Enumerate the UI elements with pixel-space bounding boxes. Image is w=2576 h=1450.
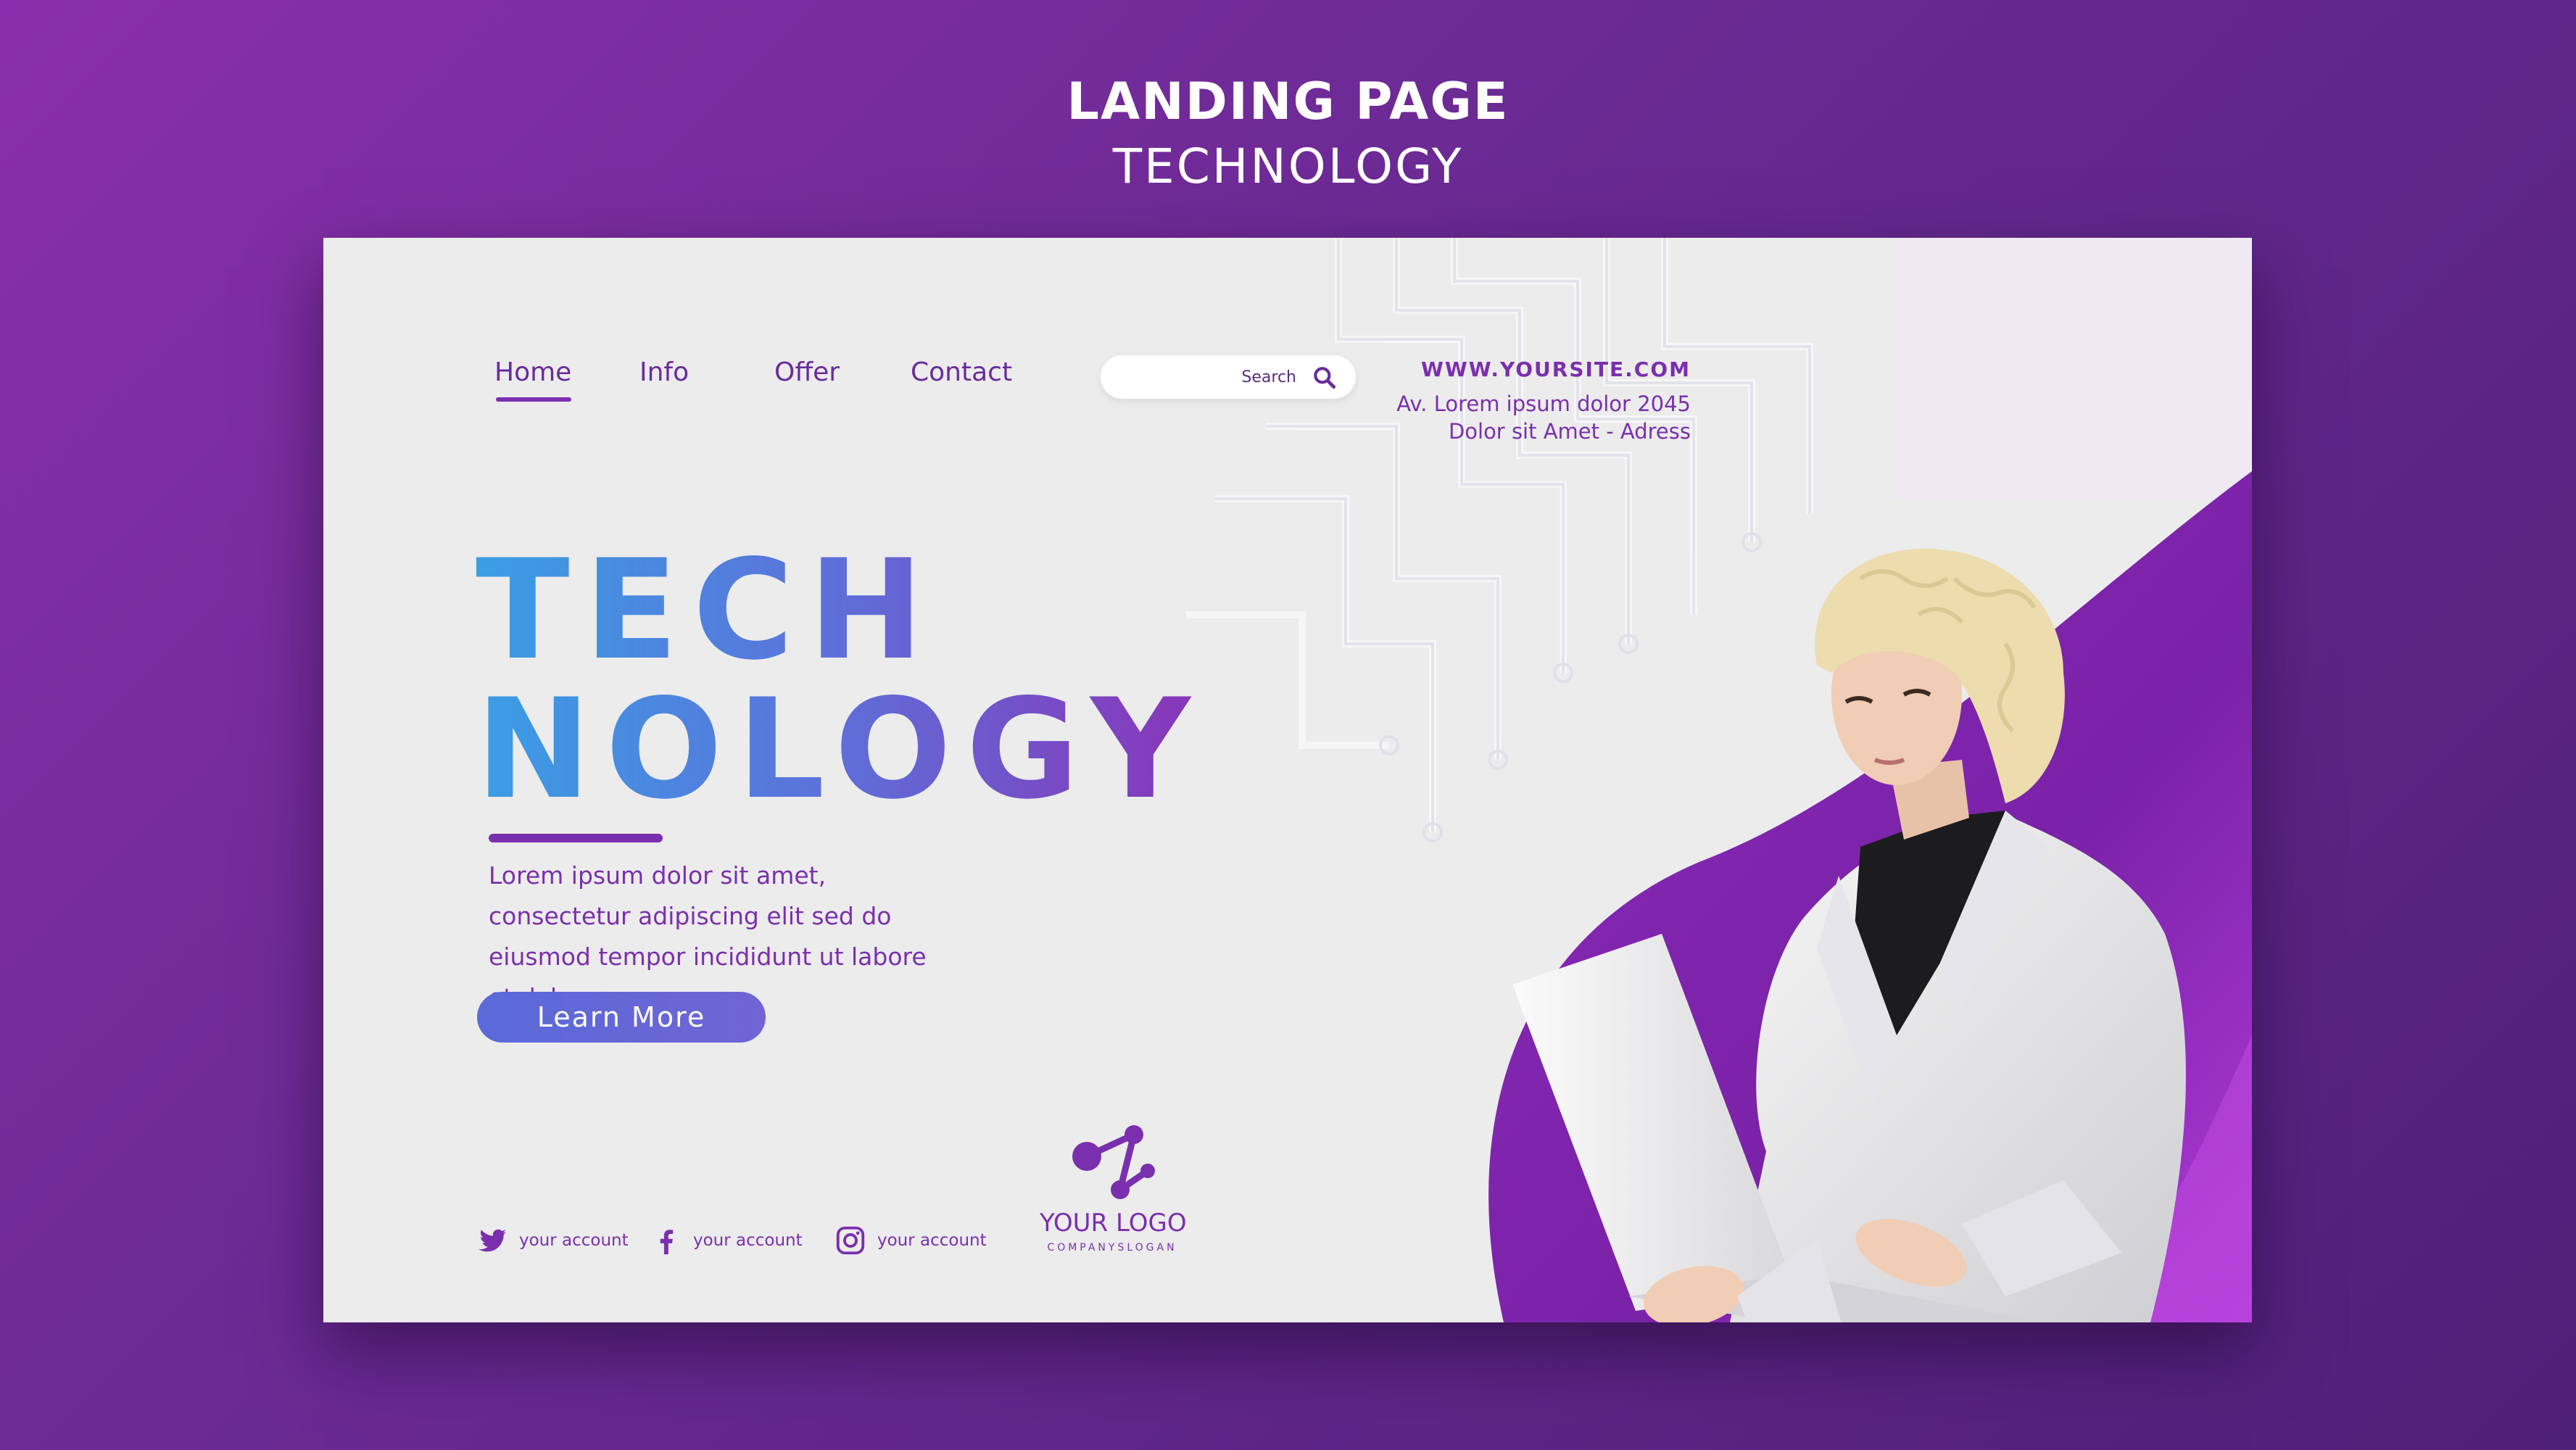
social-instagram[interactable]: your account — [834, 1224, 987, 1257]
address-line-1: Av. Lorem ipsum dolor 2045 — [1396, 392, 1691, 416]
instagram-icon — [836, 1226, 865, 1255]
page-header: LANDING PAGE TECHNOLOGY — [0, 76, 2576, 191]
hero-title-line-2: NOLOGY — [476, 669, 1205, 829]
page-subtitle: TECHNOLOGY — [1112, 138, 1464, 194]
contact-info: WWW.YOURSITE.COM Av. Lorem ipsum dolor 2… — [1396, 357, 1691, 445]
logo-name: YOUR LOGO — [1040, 1209, 1187, 1238]
nav-offer[interactable]: Offer — [774, 357, 840, 387]
network-nodes-icon — [1072, 1125, 1155, 1199]
address-line-2: Dolor sit Amet - Adress — [1448, 419, 1691, 444]
page-title: LANDING PAGE — [1067, 72, 1509, 131]
company-logo[interactable]: YOUR LOGO COMPANYSLOGAN — [1040, 1111, 1187, 1254]
facebook-account: your account — [693, 1231, 803, 1250]
landing-page-mockup: Home Info Offer Contact WWW.YOURSITE.COM… — [323, 238, 2252, 1322]
nav-home[interactable]: Home — [494, 357, 572, 402]
instagram-account: your account — [877, 1231, 987, 1250]
nav-contact[interactable]: Contact — [911, 357, 1012, 387]
facebook-icon — [660, 1230, 674, 1255]
title-underline — [489, 834, 663, 842]
logo-slogan: COMPANYSLOGAN — [1047, 1242, 1177, 1254]
search-input[interactable] — [1115, 355, 1296, 399]
hero-title: TECH NOLOGY — [476, 541, 1205, 819]
website-link[interactable]: WWW.YOURSITE.COM — [1396, 357, 1691, 381]
search-icon[interactable] — [1311, 364, 1338, 392]
search-bar — [1101, 355, 1356, 399]
social-twitter[interactable]: your account — [476, 1224, 629, 1257]
hero-title-line-1: TECH — [476, 541, 1205, 680]
social-facebook[interactable]: your account — [650, 1224, 803, 1257]
nav-info[interactable]: Info — [639, 357, 689, 387]
twitter-icon — [478, 1229, 507, 1252]
learn-more-button[interactable]: Learn More — [477, 992, 766, 1043]
twitter-account: your account — [519, 1231, 629, 1250]
